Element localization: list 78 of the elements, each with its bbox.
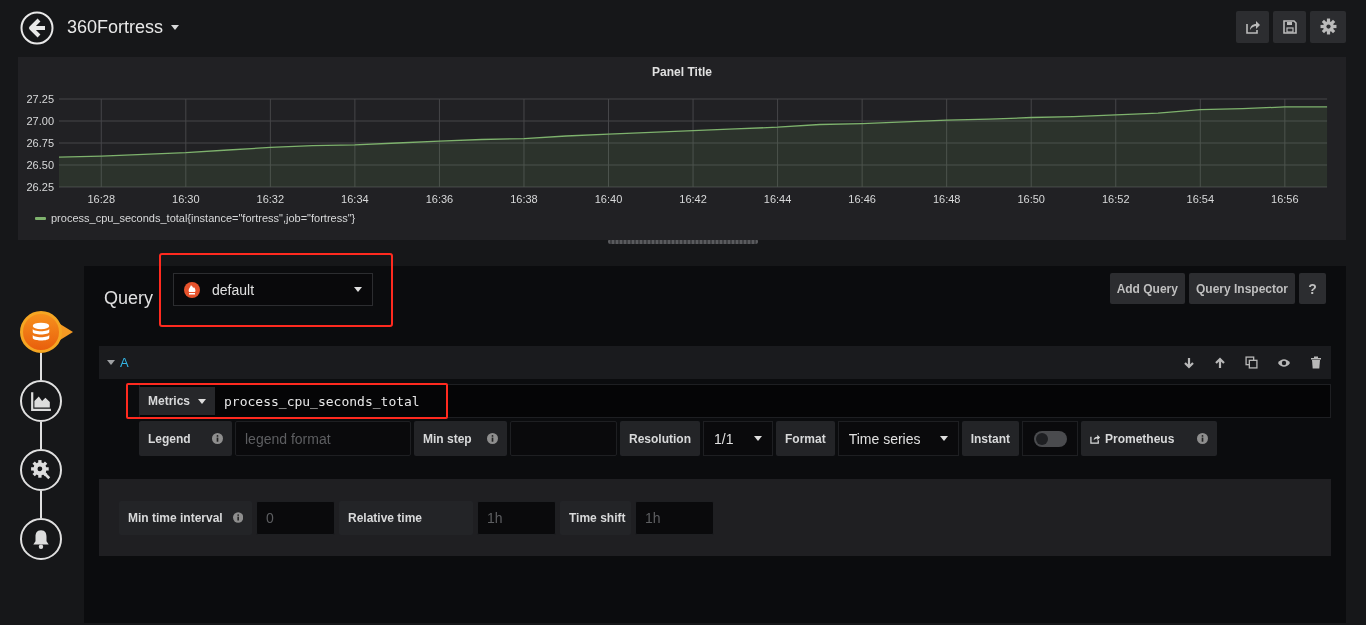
x-axis-label: 16:36: [425, 193, 454, 205]
flame-logo-icon: [184, 281, 201, 298]
query-toggle[interactable]: A: [107, 355, 129, 370]
option-label: Relative time: [339, 500, 473, 535]
select-field[interactable]: 1/1: [703, 421, 773, 456]
caret-icon: [754, 436, 762, 441]
x-axis-label: 16:34: [341, 193, 369, 205]
move-up-button[interactable]: [1214, 356, 1226, 369]
help-button[interactable]: ?: [1299, 273, 1326, 304]
option-label: Min time interval: [119, 500, 252, 535]
x-axis-label: 16:52: [1102, 193, 1130, 205]
x-axis-label: 16:44: [763, 193, 792, 205]
x-axis-label: 16:42: [679, 193, 707, 205]
x-axis-label: 16:50: [1017, 193, 1045, 205]
option-label: Legend: [139, 421, 232, 456]
y-axis-label: 27.25: [26, 93, 54, 105]
x-axis-label: 16:40: [594, 193, 623, 205]
x-axis-label: 16:38: [510, 193, 538, 205]
y-axis-label: 26.25: [26, 181, 54, 193]
input-field[interactable]: 0: [256, 500, 335, 535]
datasource-select[interactable]: default: [173, 273, 374, 306]
delete-button[interactable]: [1310, 356, 1322, 369]
panel-title: Panel Title: [651, 64, 713, 80]
info-icon[interactable]: [487, 433, 498, 444]
save-button[interactable]: [1273, 10, 1306, 43]
queries-step-button[interactable]: [20, 311, 74, 353]
x-axis-label: 16:28: [87, 193, 116, 205]
input-field[interactable]: 1h: [635, 500, 714, 535]
area-chart-icon: [30, 390, 52, 412]
caret-icon: [939, 436, 948, 441]
x-axis-label: 16:48: [932, 193, 961, 205]
legend-label[interactable]: process_cpu_seconds_total{instance="fortress",job="fortress"}: [51, 212, 356, 224]
share-icon: [1244, 18, 1261, 35]
trash-icon: [1310, 356, 1322, 369]
eye-icon: [1277, 357, 1291, 368]
move-down-button[interactable]: [1183, 356, 1195, 369]
settings-icon: [1319, 18, 1337, 35]
y-axis-label: 27.00: [26, 115, 54, 127]
bell-icon: [30, 528, 52, 550]
caret-icon: [171, 25, 180, 30]
y-axis-label: 26.50: [26, 159, 54, 171]
select-field[interactable]: Time series: [837, 421, 959, 456]
duplicate-button[interactable]: [1245, 356, 1258, 369]
option-label: Time shift: [560, 500, 631, 535]
dashboard-title[interactable]: 360Fortress: [67, 17, 180, 38]
caret-icon: [354, 287, 363, 292]
x-axis-label: 16:56: [1271, 193, 1299, 205]
toggle-switch[interactable]: [1033, 430, 1067, 447]
caret-icon: [107, 360, 115, 365]
option-label: Instant: [961, 421, 1019, 456]
x-axis-label: 16:32: [256, 193, 285, 205]
info-icon[interactable]: [232, 512, 243, 523]
arrow-down-icon: [1183, 356, 1195, 369]
query-inspector-button[interactable]: Query Inspector: [1188, 273, 1295, 304]
settings-button[interactable]: [1310, 10, 1346, 43]
save-icon: [1281, 18, 1298, 35]
add-query-button[interactable]: Add Query: [1109, 273, 1185, 304]
info-icon[interactable]: [1197, 433, 1208, 444]
x-axis-label: 16:46: [848, 193, 876, 205]
x-axis-label: 16:54: [1186, 193, 1215, 205]
input-field[interactable]: 1h: [477, 500, 556, 535]
gear-wrench-icon: [30, 459, 52, 481]
resize-handle[interactable]: [608, 239, 758, 244]
copy-icon: [1245, 356, 1258, 369]
prometheus-link[interactable]: Prometheus: [1081, 421, 1217, 456]
external-link-icon: [1090, 433, 1101, 444]
toggle-visibility-button[interactable]: [1277, 356, 1291, 369]
x-axis-label: 16:30: [172, 193, 200, 205]
option-label: Min step: [414, 421, 507, 456]
database-icon: [30, 321, 52, 343]
option-label: Format: [776, 421, 835, 456]
input-field[interactable]: legend format: [235, 421, 411, 456]
y-axis-label: 26.75: [26, 137, 54, 149]
query-label: Query: [104, 288, 154, 309]
arrow-up-icon: [1214, 356, 1226, 369]
info-icon[interactable]: [212, 433, 223, 444]
share-button[interactable]: [1236, 10, 1269, 43]
option-label: Resolution: [620, 421, 700, 456]
